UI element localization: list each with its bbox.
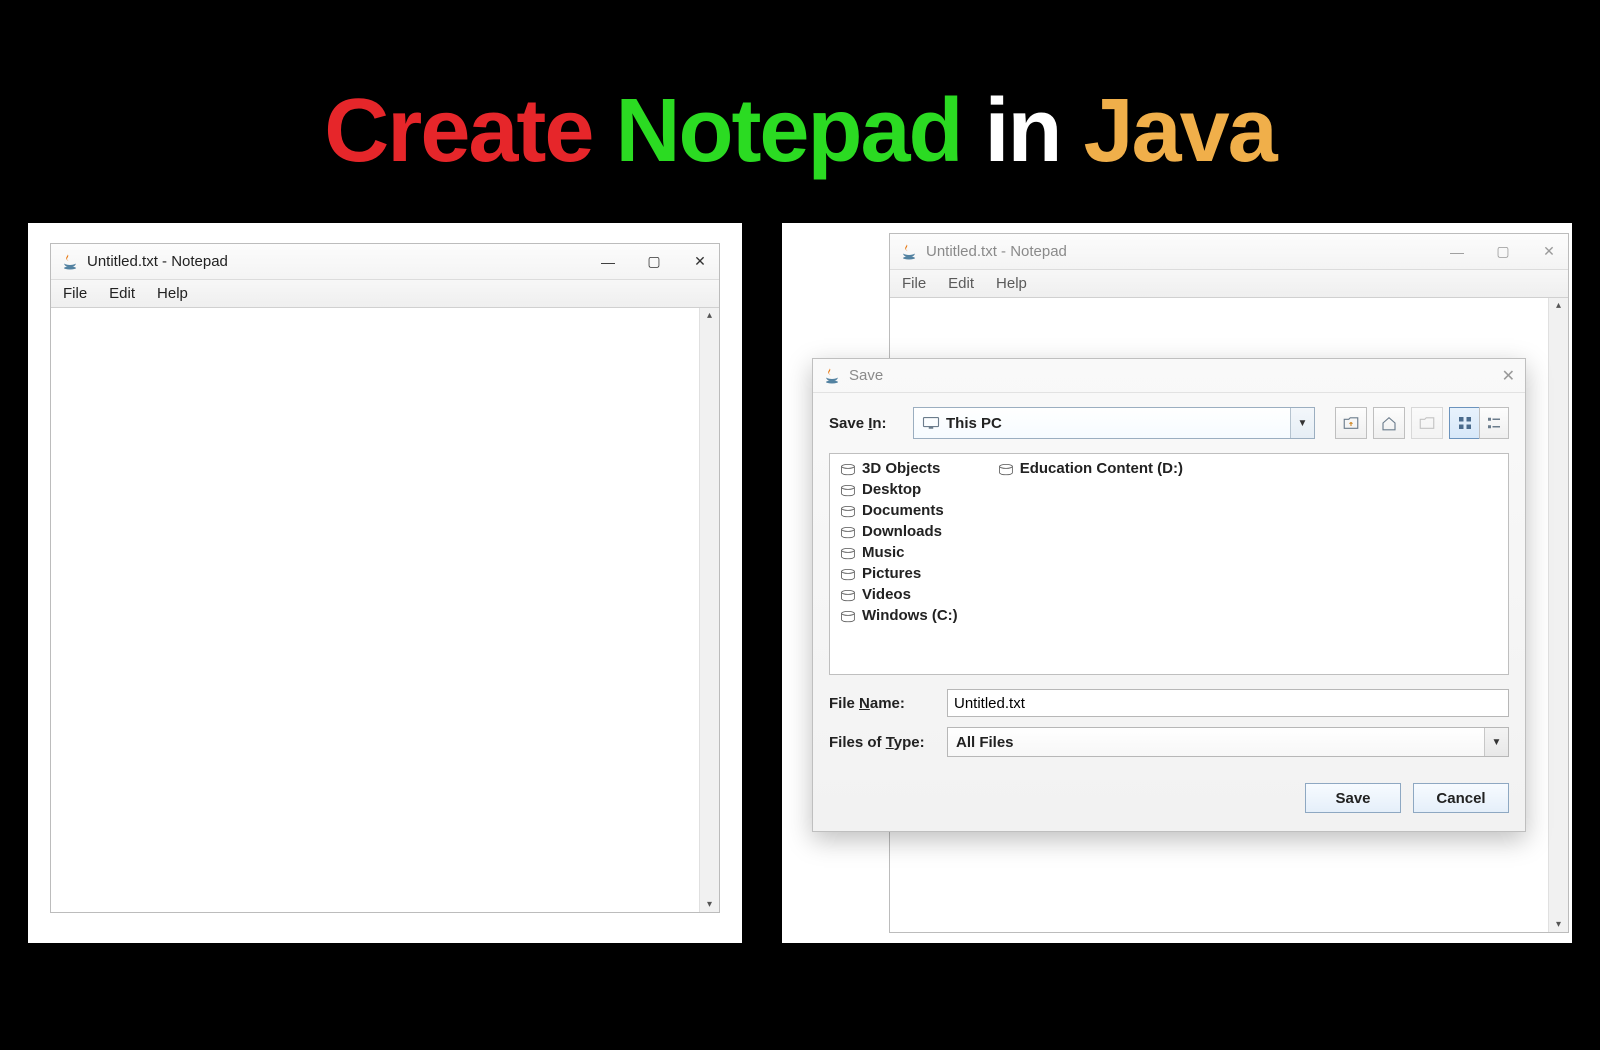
list-item[interactable]: Music [840,544,958,561]
drive-icon [840,505,856,517]
window-title: Untitled.txt - Notepad [926,243,1067,260]
left-panel: Untitled.txt - Notepad — ▢ ✕ File Edit H… [28,223,742,943]
file-list[interactable]: 3D Objects Desktop Documents Downloads M… [829,453,1509,675]
page-title: Create Notepad in Java [0,0,1600,223]
new-folder-button [1411,407,1443,439]
menu-file[interactable]: File [59,283,91,304]
heading-word-1: Create [324,81,592,181]
save-in-value: This PC [946,415,1290,432]
chevron-down-icon[interactable]: ▼ [1290,408,1314,438]
window-title: Untitled.txt - Notepad [87,253,228,270]
java-icon [900,243,918,261]
list-item[interactable]: 3D Objects [840,460,958,477]
save-in-combo[interactable]: This PC ▼ [913,407,1315,439]
scroll-down-icon[interactable]: ▾ [1549,919,1568,930]
maximize-button[interactable]: ▢ [645,253,663,270]
file-name-label: File Name: [829,695,937,712]
titlebar[interactable]: Untitled.txt - Notepad — ▢ ✕ [890,234,1568,270]
java-icon [823,367,841,385]
close-button[interactable]: ✕ [1540,243,1558,260]
list-item[interactable]: Pictures [840,565,958,582]
file-column-2: Education Content (D:) [998,460,1183,668]
file-column-1: 3D Objects Desktop Documents Downloads M… [840,460,958,668]
list-item[interactable]: Education Content (D:) [998,460,1183,477]
drive-icon [840,568,856,580]
menu-file[interactable]: File [898,273,930,294]
heading-word-3: in [984,81,1060,181]
dialog-titlebar[interactable]: Save ✕ [813,359,1525,393]
heading-word-4: Java [1083,81,1275,181]
close-button[interactable]: ✕ [691,253,709,270]
save-button[interactable]: Save [1305,783,1401,813]
file-name-input[interactable] [947,689,1509,717]
drive-icon [840,610,856,622]
text-editor[interactable] [51,308,699,912]
drive-icon [840,547,856,559]
list-view-button[interactable] [1449,407,1479,439]
list-item[interactable]: Documents [840,502,958,519]
dialog-close-button[interactable]: ✕ [1502,366,1515,386]
menu-help[interactable]: Help [992,273,1031,294]
scroll-up-icon[interactable]: ▴ [1549,300,1568,311]
right-panel: Untitled.txt - Notepad — ▢ ✕ File Edit H… [782,223,1572,943]
minimize-button[interactable]: — [599,254,617,270]
computer-icon [922,416,940,430]
scroll-up-icon[interactable]: ▴ [700,310,719,321]
save-in-label: Save In: [829,415,903,432]
up-folder-button[interactable] [1335,407,1367,439]
drive-icon [998,463,1014,475]
list-item[interactable]: Windows (C:) [840,607,958,624]
details-view-button[interactable] [1479,407,1509,439]
menu-edit[interactable]: Edit [944,273,978,294]
scroll-down-icon[interactable]: ▾ [700,899,719,910]
maximize-button[interactable]: ▢ [1494,243,1512,260]
menubar: File Edit Help [51,280,719,308]
heading-word-2: Notepad [615,81,961,181]
java-icon [61,253,79,271]
notepad-window-left: Untitled.txt - Notepad — ▢ ✕ File Edit H… [50,243,720,913]
menu-help[interactable]: Help [153,283,192,304]
save-dialog: Save ✕ Save In: This PC ▼ [812,358,1526,832]
minimize-button[interactable]: — [1448,244,1466,260]
list-item[interactable]: Desktop [840,481,958,498]
cancel-button[interactable]: Cancel [1413,783,1509,813]
chevron-down-icon[interactable]: ▼ [1484,728,1508,756]
dialog-title: Save [849,367,883,384]
file-type-label: Files of Type: [829,734,937,751]
drive-icon [840,589,856,601]
drive-icon [840,526,856,538]
vertical-scrollbar[interactable]: ▴ ▾ [699,308,719,912]
file-type-value: All Files [956,734,1014,751]
file-type-select[interactable]: All Files ▼ [947,727,1509,757]
menubar: File Edit Help [890,270,1568,298]
titlebar[interactable]: Untitled.txt - Notepad — ▢ ✕ [51,244,719,280]
home-button[interactable] [1373,407,1405,439]
menu-edit[interactable]: Edit [105,283,139,304]
vertical-scrollbar[interactable]: ▴ ▾ [1548,298,1568,932]
list-item[interactable]: Videos [840,586,958,603]
list-item[interactable]: Downloads [840,523,958,540]
drive-icon [840,484,856,496]
drive-icon [840,463,856,475]
